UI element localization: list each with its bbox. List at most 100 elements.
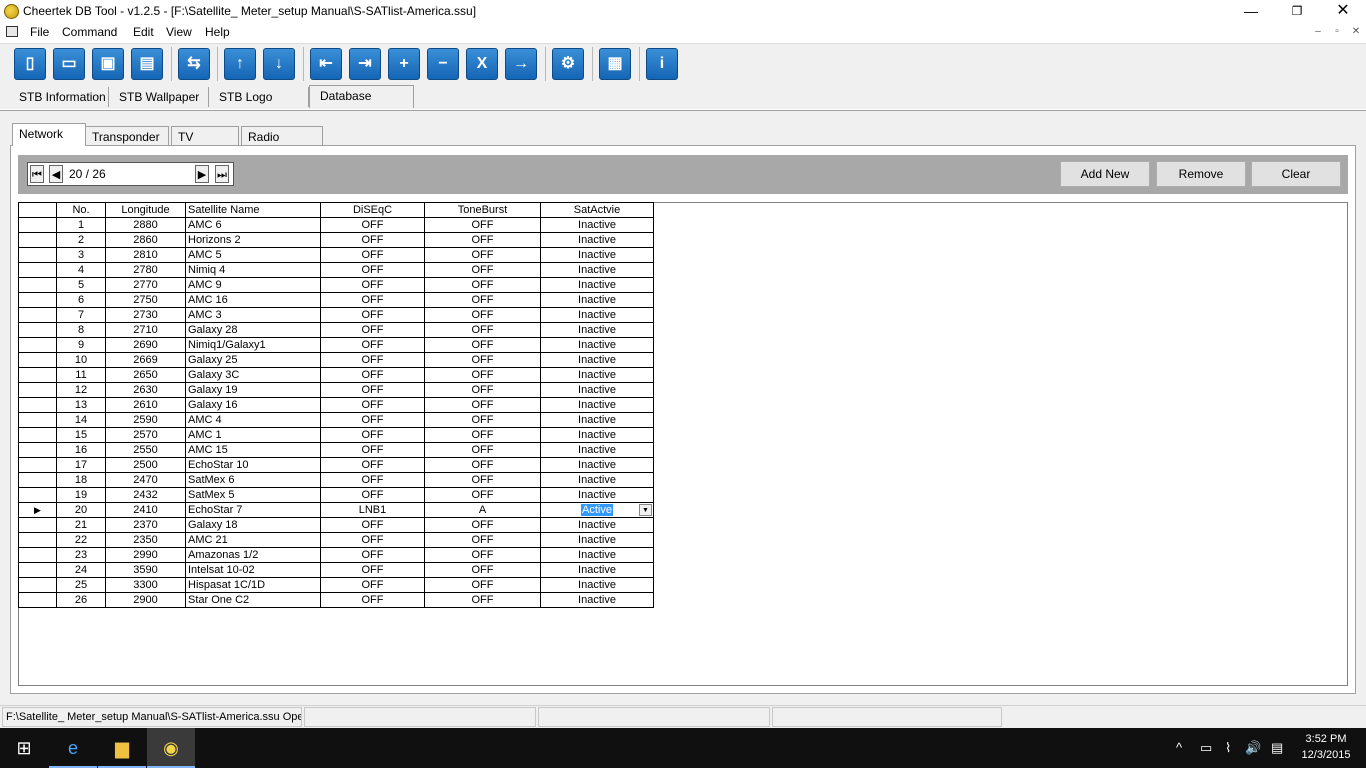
cell-toneburst[interactable]: OFF	[424, 442, 541, 458]
cell-no[interactable]: 16	[56, 442, 106, 458]
cell-satellite-name[interactable]: AMC 21	[185, 532, 321, 548]
cell-satactive[interactable]: Active ▼	[540, 502, 654, 518]
table-row[interactable]: 24 3590 Intelsat 10-02 OFF OFF Inactive	[18, 562, 654, 578]
cell-satactive[interactable]: Inactive	[540, 247, 654, 263]
keyboard-icon[interactable]: ▤	[1271, 740, 1283, 756]
windows-start-icon[interactable]: ⊞	[0, 728, 48, 768]
cell-diseqc[interactable]: OFF	[320, 367, 425, 383]
cell-longitude[interactable]: 2470	[105, 472, 186, 488]
cell-satellite-name[interactable]: Galaxy 16	[185, 397, 321, 413]
cell-no[interactable]: 24	[56, 562, 106, 578]
cell-longitude[interactable]: 2650	[105, 367, 186, 383]
cell-satactive[interactable]: Inactive	[540, 412, 654, 428]
row-header[interactable]	[18, 337, 57, 353]
table-row[interactable]: 23 2990 Amazonas 1/2 OFF OFF Inactive	[18, 547, 654, 563]
info-icon[interactable]: i	[646, 48, 678, 80]
show-hidden-icons-icon[interactable]: ^	[1176, 740, 1182, 755]
column-header-satellite-name[interactable]: Satellite Name	[185, 202, 321, 218]
cell-satellite-name[interactable]: Intelsat 10-02	[185, 562, 321, 578]
cell-no[interactable]: 8	[56, 322, 106, 338]
last-record-icon[interactable]: ⇥	[349, 48, 381, 80]
cell-diseqc[interactable]: OFF	[320, 457, 425, 473]
cell-diseqc[interactable]: OFF	[320, 532, 425, 548]
cell-diseqc[interactable]: OFF	[320, 232, 425, 248]
cell-no[interactable]: 5	[56, 277, 106, 293]
excel-export-icon[interactable]: X	[466, 48, 498, 80]
cell-satactive[interactable]: Inactive	[540, 577, 654, 593]
convert-icon[interactable]: ⇆	[178, 48, 210, 80]
restore-button[interactable]: ❐	[1274, 0, 1320, 23]
cell-longitude[interactable]: 2570	[105, 427, 186, 443]
table-row[interactable]: 16 2550 AMC 15 OFF OFF Inactive	[18, 442, 654, 458]
table-row[interactable]: 14 2590 AMC 4 OFF OFF Inactive	[18, 412, 654, 428]
cell-satellite-name[interactable]: Hispasat 1C/1D	[185, 577, 321, 593]
cell-satellite-name[interactable]: SatMex 6	[185, 472, 321, 488]
cell-longitude[interactable]: 2900	[105, 592, 186, 608]
mdi-close-button[interactable]: ✕	[1349, 25, 1363, 39]
column-header-toneburst[interactable]: ToneBurst	[424, 202, 541, 218]
table-row[interactable]: 8 2710 Galaxy 28 OFF OFF Inactive	[18, 322, 654, 338]
save-icon[interactable]: ▣	[92, 48, 124, 80]
next-record-button[interactable]: ▶	[195, 165, 209, 183]
row-header[interactable]	[18, 532, 57, 548]
cell-satellite-name[interactable]: AMC 16	[185, 292, 321, 308]
menu-help[interactable]: Help	[205, 25, 230, 39]
tab-tv-channel[interactable]: TV Channel	[171, 126, 239, 158]
cell-satellite-name[interactable]: AMC 1	[185, 427, 321, 443]
cell-satellite-name[interactable]: Galaxy 25	[185, 352, 321, 368]
satactive-editor-value[interactable]: Active	[581, 503, 613, 516]
cell-no[interactable]: 23	[56, 547, 106, 563]
move-up-icon[interactable]: ↑	[224, 48, 256, 80]
cell-satellite-name[interactable]: Nimiq 4	[185, 262, 321, 278]
cell-toneburst[interactable]: OFF	[424, 592, 541, 608]
row-header[interactable]	[18, 232, 57, 248]
cell-longitude[interactable]: 2350	[105, 532, 186, 548]
cell-longitude[interactable]: 2810	[105, 247, 186, 263]
table-row[interactable]: 5 2770 AMC 9 OFF OFF Inactive	[18, 277, 654, 293]
cell-toneburst[interactable]: OFF	[424, 532, 541, 548]
cell-longitude[interactable]: 2990	[105, 547, 186, 563]
tab-transponder[interactable]: Transponder	[85, 126, 169, 146]
row-header[interactable]	[18, 427, 57, 443]
tab-stb-wallpaper[interactable]: STB Wallpaper	[109, 87, 209, 107]
cell-satellite-name[interactable]: Horizons 2	[185, 232, 321, 248]
row-header[interactable]	[18, 247, 57, 263]
cell-diseqc[interactable]: OFF	[320, 292, 425, 308]
cell-diseqc[interactable]: LNB1	[320, 502, 425, 518]
cell-satactive[interactable]: Inactive	[540, 442, 654, 458]
cell-diseqc[interactable]: OFF	[320, 337, 425, 353]
cell-toneburst[interactable]: OFF	[424, 307, 541, 323]
cell-toneburst[interactable]: OFF	[424, 277, 541, 293]
cell-toneburst[interactable]: OFF	[424, 217, 541, 233]
cell-no[interactable]: 14	[56, 412, 106, 428]
cell-diseqc[interactable]: OFF	[320, 262, 425, 278]
cell-satactive[interactable]: Inactive	[540, 427, 654, 443]
mdi-restore-button[interactable]: ▫	[1330, 25, 1344, 39]
row-header[interactable]	[18, 322, 57, 338]
clock-time[interactable]: 3:52 PM	[1296, 733, 1356, 745]
cell-toneburst[interactable]: OFF	[424, 562, 541, 578]
cell-no[interactable]: 19	[56, 487, 106, 503]
cell-satellite-name[interactable]: AMC 15	[185, 442, 321, 458]
zoom-in-icon[interactable]: +	[388, 48, 420, 80]
cell-no[interactable]: 10	[56, 352, 106, 368]
clear-button[interactable]: Clear	[1251, 161, 1341, 187]
mdi-minimize-button[interactable]: –	[1311, 25, 1325, 39]
menu-view[interactable]: View	[166, 25, 192, 39]
zoom-out-icon[interactable]: −	[427, 48, 459, 80]
cell-satactive[interactable]: Inactive	[540, 307, 654, 323]
row-header[interactable]	[18, 577, 57, 593]
cell-diseqc[interactable]: OFF	[320, 352, 425, 368]
cell-no[interactable]: 9	[56, 337, 106, 353]
tab-stb-information[interactable]: STB Information	[9, 87, 109, 107]
cell-toneburst[interactable]: OFF	[424, 367, 541, 383]
table-row[interactable]: 18 2470 SatMex 6 OFF OFF Inactive	[18, 472, 654, 488]
cell-no[interactable]: 7	[56, 307, 106, 323]
cell-longitude[interactable]: 2370	[105, 517, 186, 533]
cell-no[interactable]: 11	[56, 367, 106, 383]
column-header-longitude[interactable]: Longitude	[105, 202, 186, 218]
tab-radio-channel[interactable]: Radio Channel	[241, 126, 323, 158]
cell-satellite-name[interactable]: EchoStar 10	[185, 457, 321, 473]
cell-longitude[interactable]: 3300	[105, 577, 186, 593]
cell-satellite-name[interactable]: Galaxy 3C	[185, 367, 321, 383]
